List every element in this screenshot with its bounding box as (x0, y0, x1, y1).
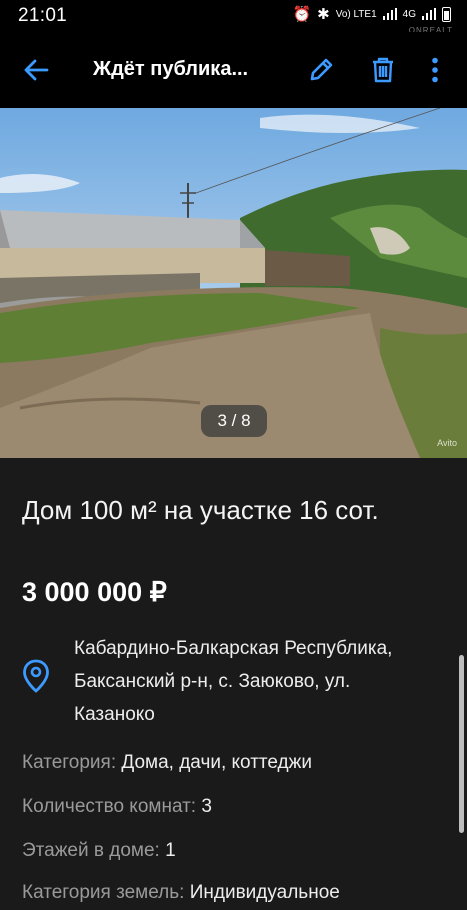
delete-button[interactable] (365, 50, 401, 90)
param-value: Дома, дачи, коттеджи (121, 752, 312, 773)
page-title: Ждёт публика... (93, 58, 249, 80)
alarm-icon: ⏰ (292, 6, 312, 23)
back-button[interactable] (16, 52, 56, 88)
bluetooth-icon: ✱ (317, 6, 330, 23)
more-vertical-icon (432, 57, 438, 83)
signal-icon (382, 8, 397, 20)
edit-button[interactable] (303, 50, 339, 90)
listing-title: Дом 100 м² на участке 16 сот. (22, 495, 379, 525)
param-land-category: Категория земель: Индивидуальное (22, 882, 340, 904)
location-pin-icon (23, 659, 49, 693)
status-icons: ⏰ ✱ Vo) LTE1 4G (292, 5, 451, 23)
param-rooms: Количество комнат: 3 (22, 796, 212, 818)
status-time: 21:01 (18, 5, 68, 26)
param-value: 1 (165, 840, 176, 861)
param-floors: Этажей в доме: 1 (22, 840, 176, 862)
status-bar: 21:01 ⏰ ✱ Vo) LTE1 4G (0, 0, 467, 32)
toolbar: Ждёт публика... (0, 32, 467, 108)
param-label: Категория земель: (22, 882, 185, 903)
gallery-counter: 3 / 8 (201, 405, 267, 437)
network-label: Vo) LTE1 (335, 8, 377, 20)
more-menu-button[interactable] (420, 50, 450, 90)
network-type: 4G (402, 8, 416, 20)
arrow-left-icon (24, 59, 49, 81)
param-label: Количество комнат: (22, 796, 197, 817)
listing-address: Кабардино-Балкарская Республика, Баксанс… (74, 638, 393, 725)
param-value: 3 (201, 796, 212, 817)
photo-source-mark: Avito (437, 438, 457, 448)
listing-price: 3 000 000 ₽ (22, 577, 167, 607)
pencil-icon (310, 58, 333, 81)
scrollbar[interactable] (459, 655, 464, 833)
battery-icon (442, 6, 451, 22)
trash-icon (373, 57, 393, 83)
param-label: Этажей в доме: (22, 840, 160, 861)
param-label: Категория: (22, 752, 117, 773)
param-category: Категория: Дома, дачи, коттеджи (22, 752, 312, 774)
signal-icon-2 (422, 8, 436, 20)
param-value: Индивидуальное (189, 882, 340, 903)
